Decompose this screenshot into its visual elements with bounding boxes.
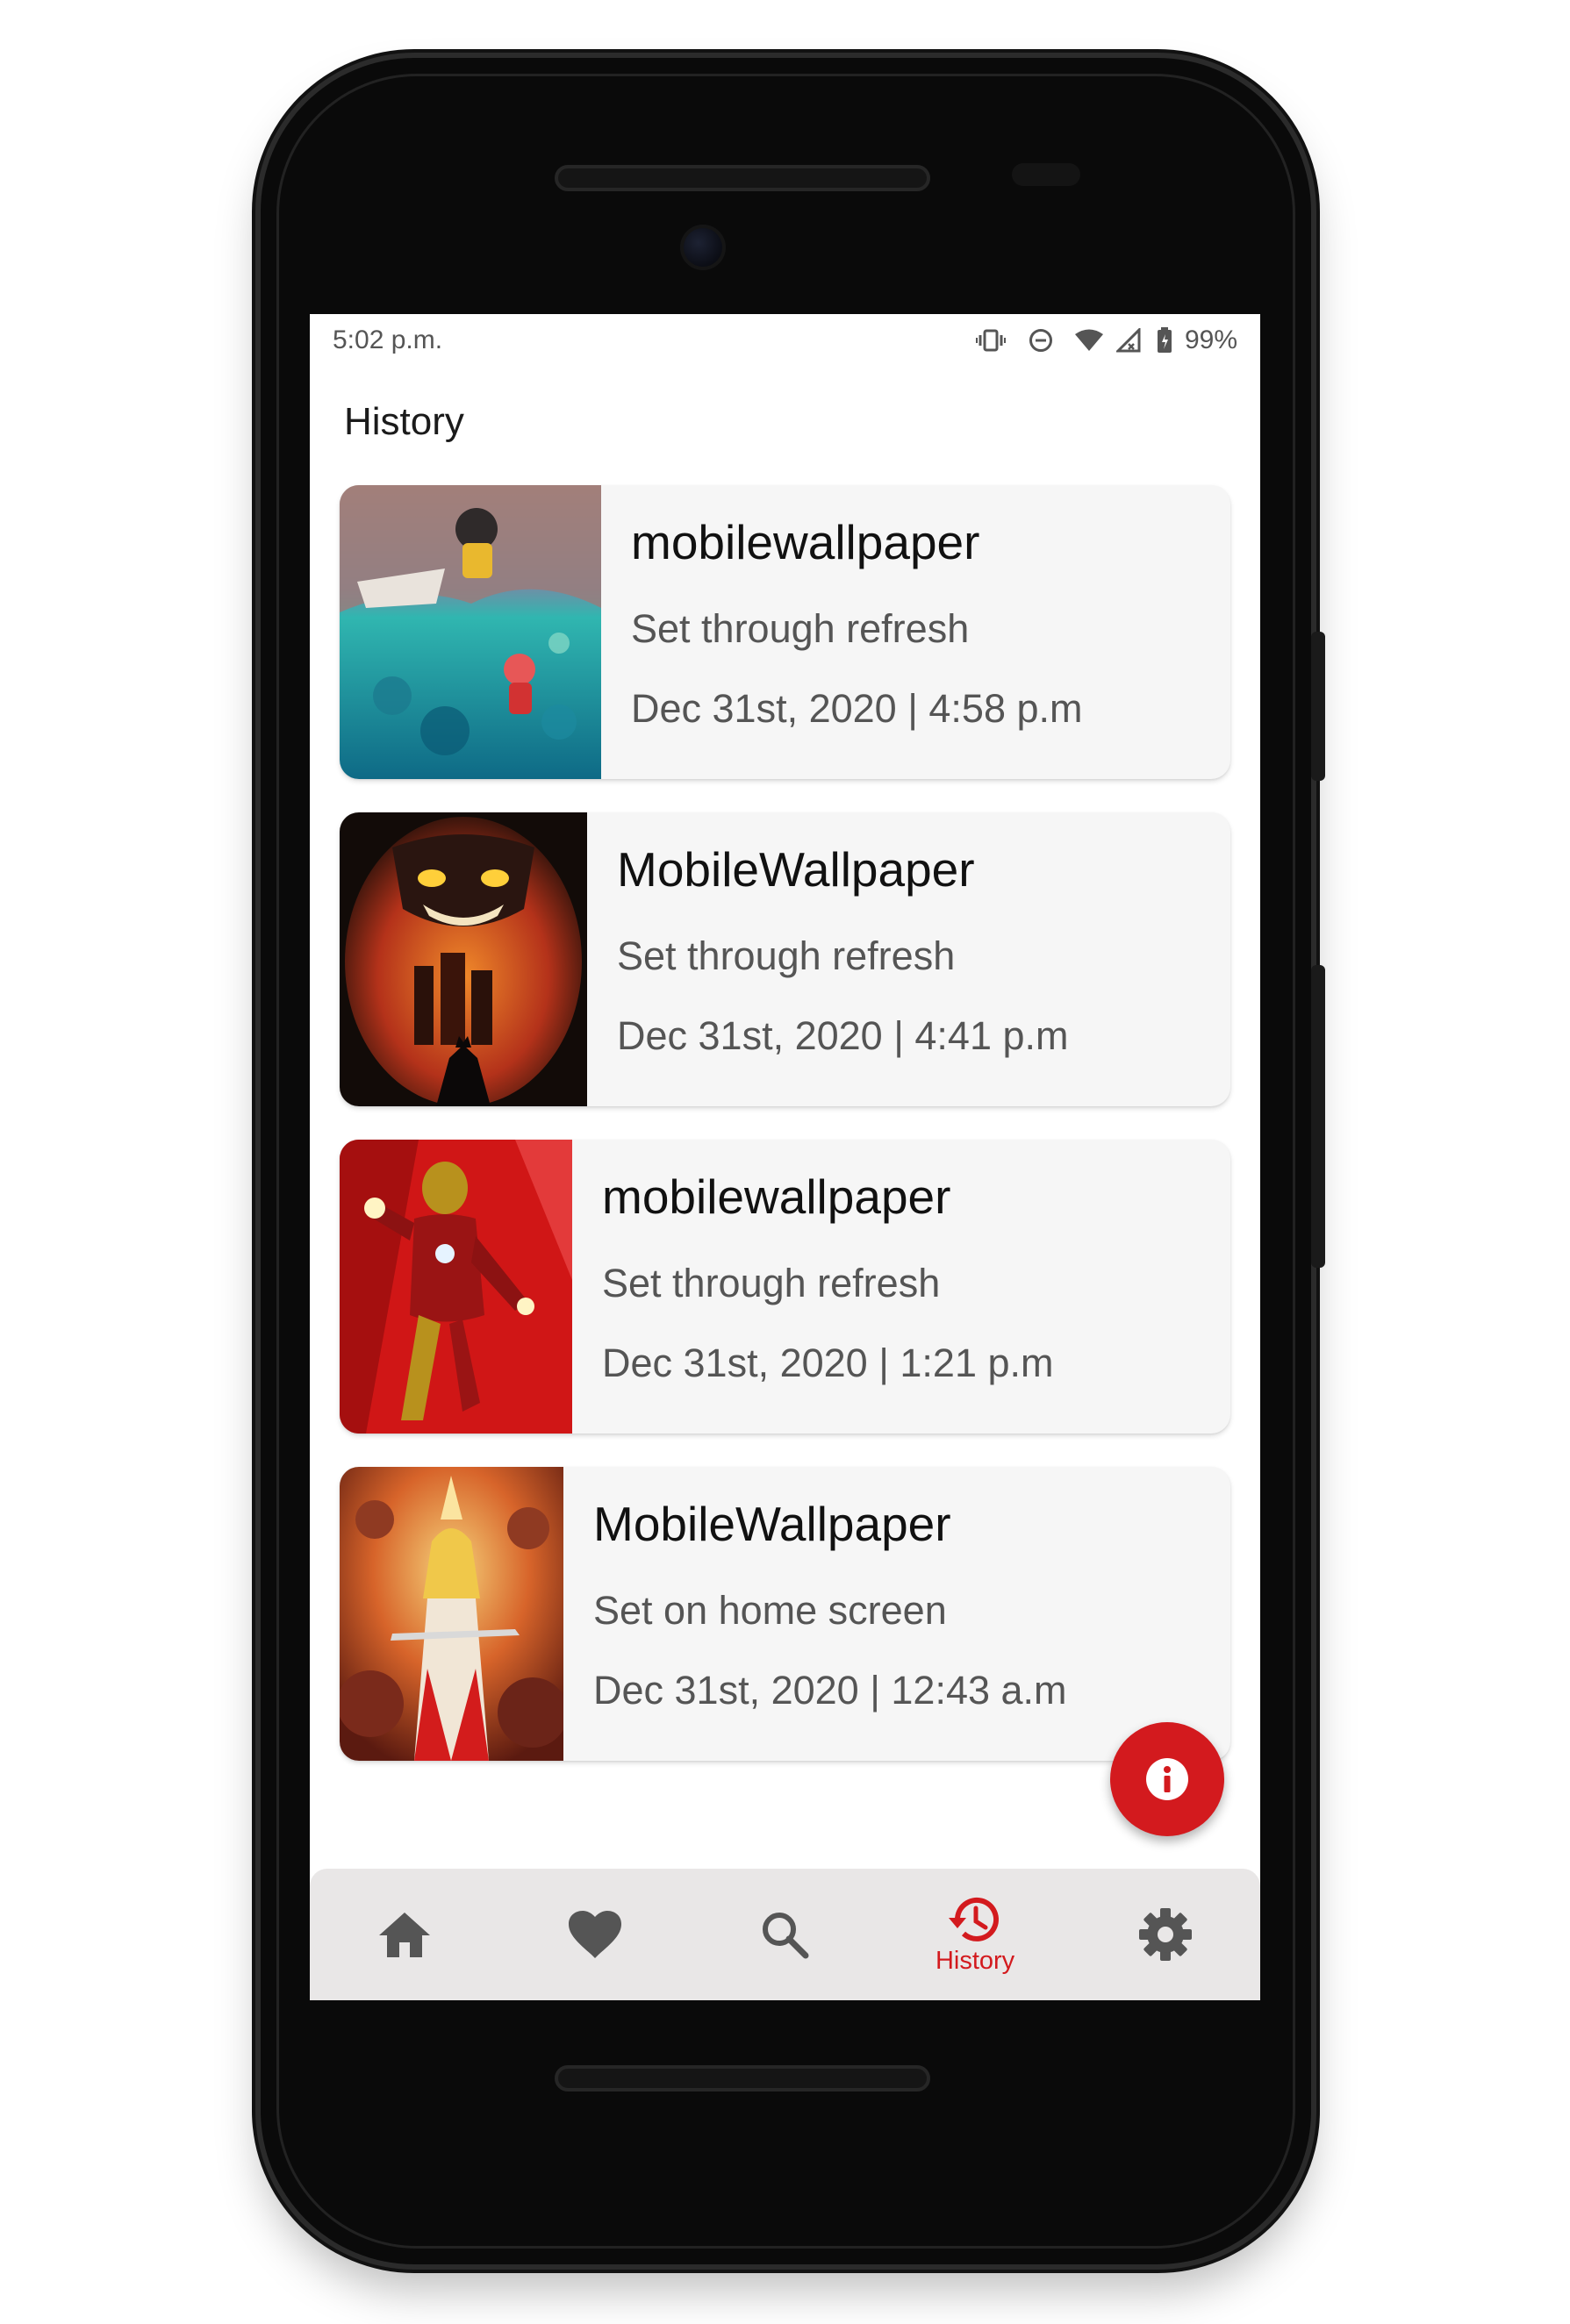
wallpaper-thumbnail (340, 812, 587, 1106)
nav-settings[interactable] (1100, 1877, 1231, 1991)
settings-icon (1138, 1908, 1192, 1961)
card-body: mobilewallpaper Set through refresh Dec … (572, 1140, 1054, 1434)
signal-icon (1115, 328, 1141, 353)
nav-favorites[interactable] (529, 1877, 661, 1991)
wallpaper-thumbnail (340, 1140, 572, 1434)
home-icon (379, 1913, 431, 1957)
card-date: Dec 31st, 2020 | 1:21 p.m (602, 1341, 1054, 1385)
card-date: Dec 31st, 2020 | 4:41 p.m (617, 1013, 1069, 1058)
card-subtitle: Set through refresh (602, 1261, 941, 1305)
status-bar: 5:02 p.m. 99% (310, 314, 1260, 367)
status-time: 5:02 p.m. (333, 325, 443, 354)
history-card[interactable]: mobilewallpaper Set through refresh Dec … (340, 1140, 1230, 1434)
battery-icon (1157, 327, 1172, 353)
wallpaper-thumbnail (340, 485, 601, 779)
card-subtitle: Set on home screen (593, 1588, 947, 1633)
heart-icon (568, 1911, 621, 1958)
vibrate-icon (975, 329, 1006, 352)
card-body: MobileWallpaper Set through refresh Dec … (587, 812, 1069, 1106)
info-fab[interactable] (1110, 1722, 1224, 1836)
card-date: Dec 31st, 2020 | 4:58 p.m (631, 686, 1083, 731)
volume-button[interactable] (1311, 965, 1325, 1268)
card-date: Dec 31st, 2020 | 12:43 a.m (593, 1668, 1067, 1713)
card-body: MobileWallpaper Set on home screen Dec 3… (563, 1467, 1067, 1761)
card-subtitle: Set through refresh (617, 933, 956, 978)
history-card[interactable]: MobileWallpaper Set on home screen Dec 3… (340, 1467, 1230, 1761)
app-screen: 5:02 p.m. 99% History mobilewallpaper Se… (310, 314, 1260, 2000)
card-subtitle: Set through refresh (631, 606, 970, 651)
bottom-navigation: History (310, 1869, 1260, 2000)
nav-history-label: History (935, 1946, 1015, 1975)
card-title: mobilewallpaper (602, 1169, 951, 1224)
history-list: mobilewallpaper Set through refresh Dec … (340, 485, 1230, 1794)
history-icon (949, 1897, 1000, 1941)
wallpaper-thumbnail (340, 1467, 563, 1761)
front-camera (680, 225, 726, 270)
card-title: MobileWallpaper (593, 1497, 951, 1551)
search-icon (763, 1913, 809, 1959)
nav-home[interactable] (339, 1877, 470, 1991)
page-title: History (344, 400, 464, 443)
status-icons: 99% (975, 325, 1237, 355)
history-card[interactable]: MobileWallpaper Set through refresh Dec … (340, 812, 1230, 1106)
nav-history[interactable]: History (909, 1877, 1041, 1991)
card-title: MobileWallpaper (617, 842, 975, 897)
bottom-speaker (555, 2065, 930, 2092)
dnd-icon (1029, 329, 1052, 352)
wifi-icon (1074, 329, 1103, 351)
proximity-sensor (1012, 163, 1080, 186)
info-icon (1146, 1758, 1188, 1800)
history-card[interactable]: mobilewallpaper Set through refresh Dec … (340, 485, 1230, 779)
battery-percent: 99% (1184, 325, 1237, 354)
earpiece-speaker (555, 165, 930, 191)
power-button[interactable] (1311, 632, 1325, 781)
nav-search[interactable] (719, 1877, 850, 1991)
card-body: mobilewallpaper Set through refresh Dec … (601, 485, 1083, 779)
card-title: mobilewallpaper (631, 515, 980, 569)
